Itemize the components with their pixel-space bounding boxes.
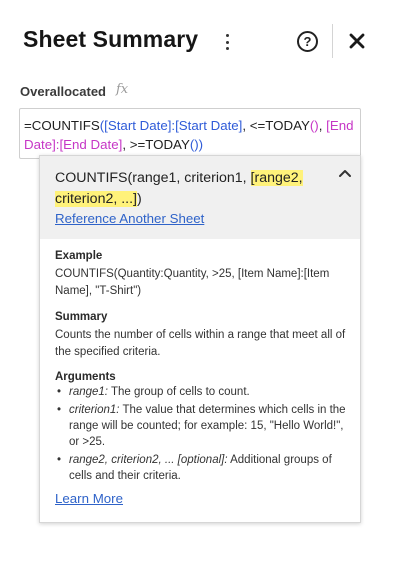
formula-input[interactable]: =COUNTIFS([Start Date]:[Start Date], <=T… xyxy=(19,108,361,159)
kebab-menu-icon[interactable] xyxy=(220,33,234,51)
function-signature: COUNTIFS(range1, criterion1, [range2, cr… xyxy=(55,168,325,210)
summary-body: Counts the number of cells within a rang… xyxy=(55,329,346,358)
help-icon[interactable]: ? xyxy=(297,31,318,52)
function-help-popup: COUNTIFS(range1, criterion1, [range2, cr… xyxy=(39,155,361,523)
formula-token: [Start Date]:[Start Date] xyxy=(104,118,243,133)
popup-header: COUNTIFS(range1, criterion1, [range2, cr… xyxy=(40,156,360,239)
signature-end: ) xyxy=(137,191,142,207)
formula-text: =COUNTIFS([Start Date]:[Start Date], <=T… xyxy=(24,118,353,152)
example-title: Example xyxy=(55,250,103,262)
close-icon[interactable] xyxy=(348,32,366,50)
fx-icon: fx xyxy=(116,82,129,97)
formula-token: () xyxy=(309,118,319,133)
list-item: criterion1: The value that determines wh… xyxy=(55,402,351,450)
chevron-up-icon[interactable] xyxy=(338,168,352,178)
formula-token: , <=TODAY xyxy=(242,118,310,133)
signature-text: COUNTIFS(range1, criterion1, xyxy=(55,170,251,186)
list-item: range1: The group of cells to count. xyxy=(55,384,351,400)
formula-token: , >=TODAY xyxy=(122,137,190,152)
field-label: Overallocated xyxy=(20,84,106,99)
formula-token: =COUNTIFS xyxy=(24,118,100,133)
arguments-list: range1: The group of cells to count. cri… xyxy=(55,384,351,486)
header-divider xyxy=(332,24,333,58)
panel-header: Sheet Summary ? xyxy=(0,0,399,84)
panel-title: Sheet Summary xyxy=(23,26,199,52)
learn-more-link[interactable]: Learn More xyxy=(55,491,123,506)
summary-title: Summary xyxy=(55,311,108,323)
arguments-title: Arguments xyxy=(55,371,116,383)
list-item: range2, criterion2, ... [optional]: Addi… xyxy=(55,452,351,484)
reference-another-sheet-link[interactable]: Reference Another Sheet xyxy=(55,211,204,226)
formula-token: ()) xyxy=(189,137,204,152)
example-body: COUNTIFS(Quantity:Quantity, >25, [Item N… xyxy=(55,268,330,297)
